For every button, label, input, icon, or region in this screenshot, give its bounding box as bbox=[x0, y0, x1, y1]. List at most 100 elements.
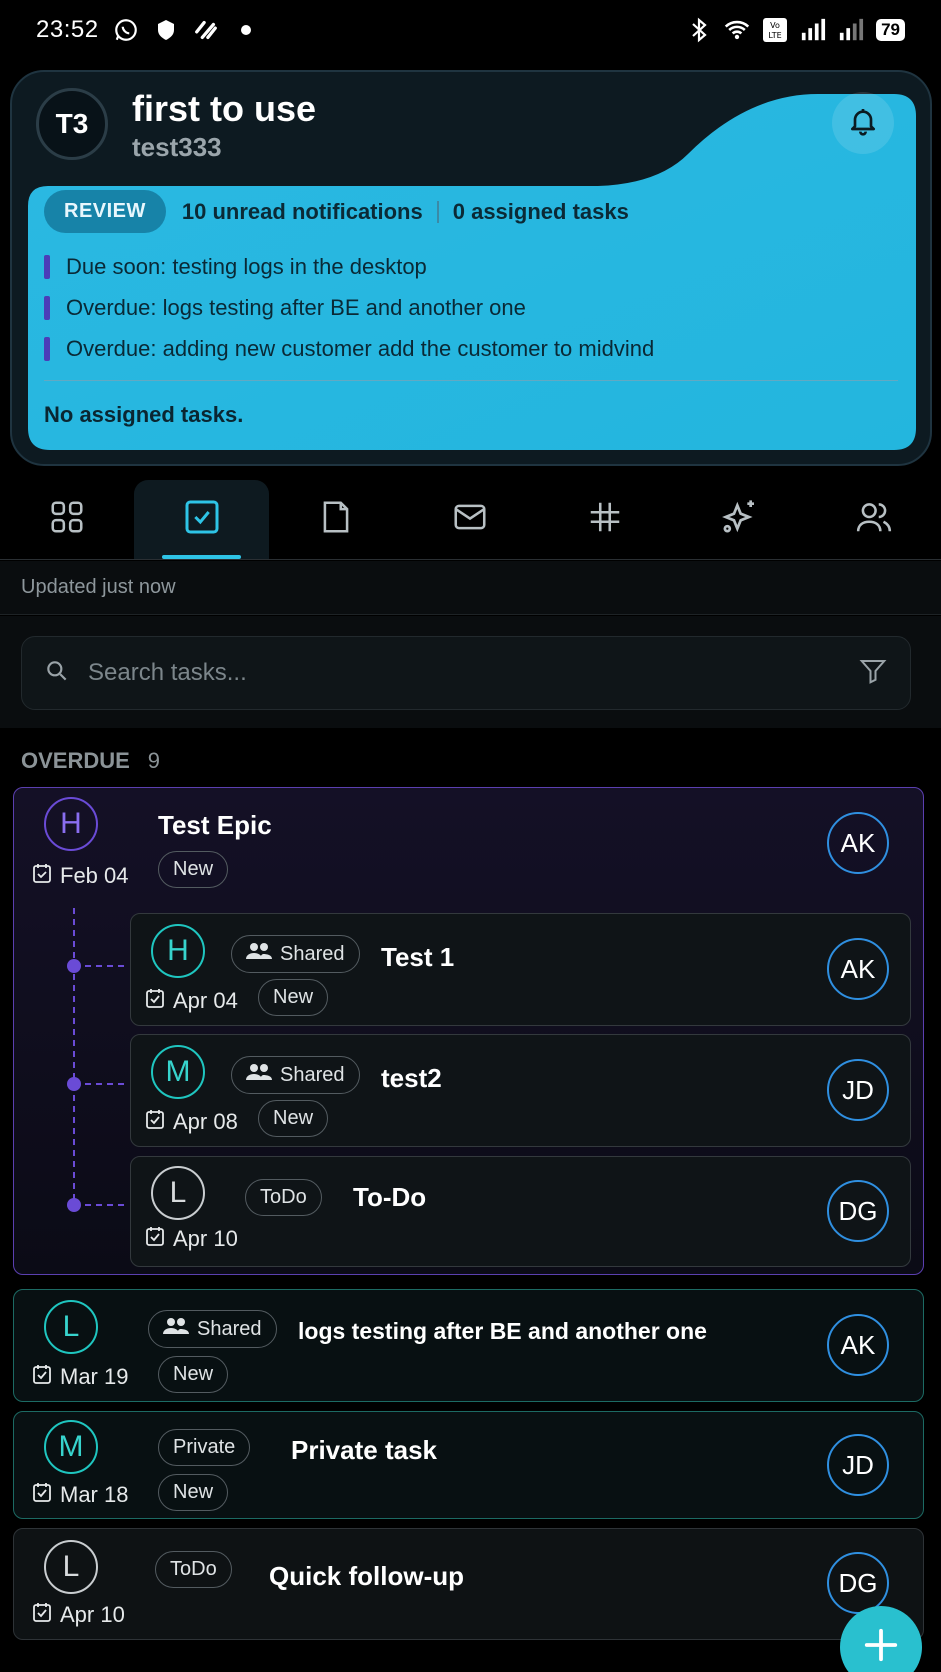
grid-icon bbox=[48, 498, 86, 541]
notification-marker bbox=[44, 296, 50, 320]
due-date-text: Apr 10 bbox=[173, 1226, 238, 1251]
tab-people[interactable] bbox=[807, 480, 941, 559]
tab-documents[interactable] bbox=[269, 480, 403, 559]
assignee-avatar[interactable]: AK bbox=[827, 812, 889, 874]
hash-icon bbox=[586, 498, 624, 541]
battery-indicator: 79 bbox=[876, 19, 905, 41]
filter-icon[interactable] bbox=[858, 656, 888, 691]
search-input[interactable]: Search tasks... bbox=[21, 636, 911, 710]
scope-label: Shared bbox=[197, 1317, 262, 1340]
signal-icon bbox=[800, 17, 826, 43]
document-icon bbox=[317, 498, 355, 541]
scope-pill: Private bbox=[158, 1429, 251, 1466]
no-assigned-tasks: No assigned tasks. bbox=[44, 402, 244, 427]
sparkle-icon bbox=[719, 497, 759, 542]
subtask-card[interactable] bbox=[130, 1156, 911, 1267]
app-icon bbox=[193, 17, 219, 43]
task-title: Test Epic bbox=[158, 810, 272, 840]
assigned-count: 0 assigned tasks bbox=[452, 198, 629, 224]
notification-item[interactable]: Overdue: adding new customer add the cus… bbox=[44, 336, 654, 362]
due-date: Apr 08 bbox=[145, 1108, 238, 1136]
notification-text: Overdue: adding new customer add the cus… bbox=[66, 336, 655, 361]
priority-badge: H bbox=[44, 797, 98, 851]
priority-badge: L bbox=[44, 1300, 98, 1354]
status-bar: 23:52 Vo LTE 79 bbox=[0, 0, 941, 60]
due-date: Mar 18 bbox=[32, 1481, 128, 1509]
task-title: Private task bbox=[291, 1435, 437, 1465]
status-pill: New bbox=[158, 1356, 229, 1393]
search-placeholder: Search tasks... bbox=[88, 659, 247, 686]
bluetooth-icon bbox=[686, 17, 712, 43]
group-icon bbox=[246, 1063, 272, 1087]
section-label: OVERDUE bbox=[21, 748, 130, 773]
assignee-avatar[interactable]: DG bbox=[827, 1180, 889, 1242]
signal-2-icon bbox=[838, 17, 864, 43]
assignee-avatar[interactable]: DG bbox=[827, 1552, 889, 1614]
status-pill: New bbox=[158, 851, 229, 888]
calendar-icon bbox=[32, 1363, 52, 1391]
due-date-text: Feb 04 bbox=[60, 863, 129, 888]
tab-messages[interactable] bbox=[403, 480, 537, 559]
status-pill: New bbox=[258, 979, 329, 1016]
scope-pill: Shared bbox=[231, 935, 360, 973]
notification-marker bbox=[44, 255, 50, 279]
search-area: Search tasks... bbox=[0, 616, 941, 728]
last-updated: Updated just now bbox=[0, 561, 941, 615]
scope-pill: Shared bbox=[231, 1056, 360, 1094]
notification-item[interactable]: Overdue: logs testing after BE and anoth… bbox=[44, 295, 526, 321]
users-icon bbox=[855, 498, 893, 541]
calendar-icon bbox=[145, 987, 165, 1015]
unread-count: 10 unread notifications bbox=[181, 198, 423, 224]
tab-bar bbox=[0, 480, 941, 560]
divider bbox=[44, 380, 898, 381]
status-pill: New bbox=[158, 1474, 229, 1511]
priority-badge: M bbox=[151, 1045, 205, 1099]
tab-tasks[interactable] bbox=[134, 480, 269, 559]
clock: 23:52 bbox=[36, 16, 99, 43]
notifications-button[interactable] bbox=[832, 92, 894, 154]
priority-badge: H bbox=[151, 924, 205, 978]
priority-badge: L bbox=[151, 1166, 205, 1220]
notification-text: Overdue: logs testing after BE and anoth… bbox=[66, 295, 526, 320]
due-date: Apr 10 bbox=[145, 1225, 238, 1253]
dot-icon bbox=[233, 17, 259, 43]
group-icon bbox=[246, 942, 272, 966]
due-date: Apr 10 bbox=[32, 1601, 125, 1629]
tab-ai[interactable] bbox=[672, 480, 806, 559]
assignee-avatar[interactable]: AK bbox=[827, 938, 889, 1000]
search-icon bbox=[44, 658, 70, 689]
wifi-icon bbox=[724, 17, 750, 43]
due-date: Apr 04 bbox=[145, 987, 238, 1015]
assignee-avatar[interactable]: JD bbox=[827, 1059, 889, 1121]
task-card[interactable] bbox=[13, 1528, 924, 1640]
notification-marker bbox=[44, 337, 50, 361]
priority-badge: L bbox=[44, 1540, 98, 1594]
due-date-text: Mar 19 bbox=[60, 1364, 129, 1389]
plus-icon bbox=[862, 1626, 900, 1669]
svg-text:Vo: Vo bbox=[770, 21, 780, 30]
mail-icon bbox=[451, 498, 489, 541]
due-date: Feb 04 bbox=[32, 862, 129, 890]
due-date-text: Mar 18 bbox=[60, 1482, 129, 1507]
due-date-text: Apr 04 bbox=[173, 988, 238, 1013]
page-subtitle: test333 bbox=[132, 132, 222, 162]
calendar-icon bbox=[145, 1108, 165, 1136]
assignee-avatar[interactable]: JD bbox=[827, 1434, 889, 1496]
scope-pill: ToDo bbox=[245, 1179, 322, 1216]
calendar-icon bbox=[32, 1481, 52, 1509]
review-badge[interactable]: REVIEW bbox=[44, 190, 166, 233]
group-icon bbox=[163, 1317, 189, 1341]
due-date-text: Apr 08 bbox=[173, 1109, 238, 1134]
task-title: test2 bbox=[381, 1063, 442, 1093]
scope-label: Shared bbox=[280, 942, 345, 965]
assignee-avatar[interactable]: AK bbox=[827, 1314, 889, 1376]
tab-dashboard[interactable] bbox=[0, 480, 134, 559]
notification-item[interactable]: Due soon: testing logs in the desktop bbox=[44, 254, 427, 280]
avatar[interactable]: T3 bbox=[36, 88, 108, 160]
task-card[interactable] bbox=[13, 1411, 924, 1519]
scope-pill: Shared bbox=[148, 1310, 277, 1348]
checkbox-icon bbox=[182, 497, 222, 542]
task-card[interactable] bbox=[13, 1289, 924, 1402]
whatsapp-icon bbox=[113, 17, 139, 43]
tab-channels[interactable] bbox=[538, 480, 672, 559]
